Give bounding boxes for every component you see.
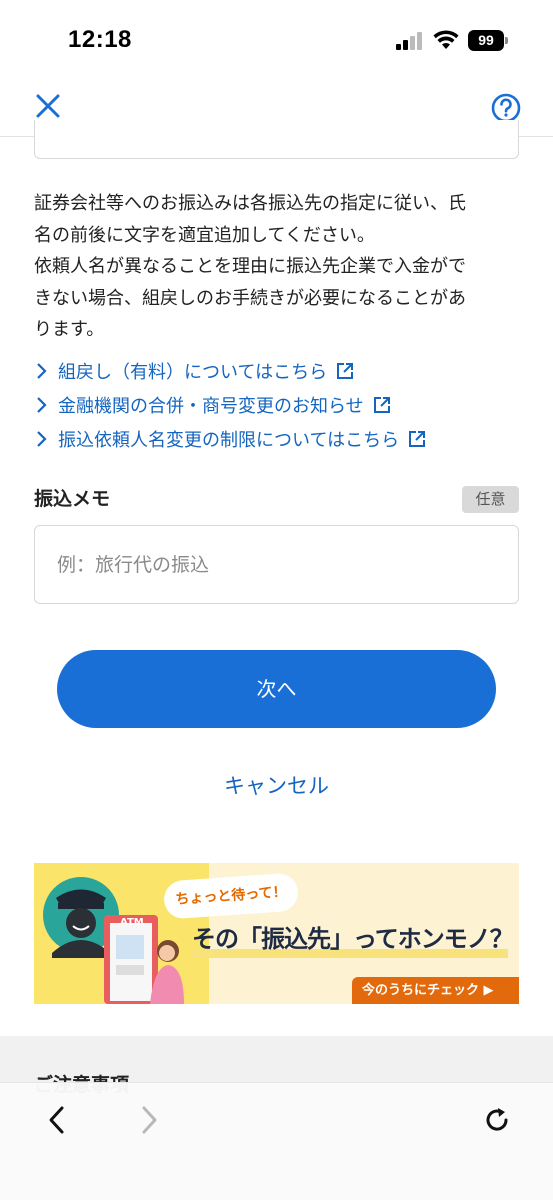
browser-toolbar <box>0 1082 553 1200</box>
status-time: 12:18 <box>68 26 132 53</box>
notice-text: 証券会社等へのお振込みは各振込先の指定に従い、氏 名の前後に文字を適宜追加してく… <box>34 188 519 346</box>
info-links: 組戻し（有料）についてはこちら 金融機関の合併・商号変更のお知らせ 振込依頼人名… <box>34 354 519 456</box>
atm-label: ATM <box>120 917 144 928</box>
reload-icon[interactable] <box>482 1105 512 1135</box>
notice-line: 名の前後に文字を適宜追加してください。 <box>34 224 375 246</box>
close-icon[interactable] <box>34 92 62 120</box>
fraud-warning-banner[interactable]: ATM ちょっと待って！ その「振込先」ってホンモノ？ 今のうちにチェック ▶ <box>34 863 519 1004</box>
previous-input-field[interactable] <box>34 120 519 159</box>
notice-line: 依頼人名が異なることを理由に振込先企業で入金がで <box>34 256 466 277</box>
link-label: 組戻し（有料）についてはこちら <box>58 362 328 383</box>
link-name-change-limit[interactable]: 振込依頼人名変更の制限についてはこちら <box>34 422 519 456</box>
notice-line: きない場合、組戻しのお手続きが必要になることがあ <box>34 287 466 309</box>
notice-line: ります。 <box>34 319 105 340</box>
forward-icon[interactable] <box>134 1103 164 1137</box>
optional-badge: 任意 <box>462 486 519 513</box>
status-bar: 12:18 99 <box>0 0 553 80</box>
wifi-icon <box>433 30 459 49</box>
banner-headline: その「振込先」ってホンモノ？ <box>192 925 514 953</box>
link-label: 振込依頼人名変更の制限についてはこちら <box>58 430 400 451</box>
banner-speech: ちょっと待って！ <box>162 872 300 920</box>
chevron-right-icon <box>37 397 47 413</box>
external-link-icon <box>373 397 390 413</box>
link-label: 金融機関の合併・商号変更のお知らせ <box>58 396 364 417</box>
cancel-link[interactable]: キャンセル <box>0 770 553 800</box>
banner-check-badge: 今のうちにチェック ▶ <box>352 977 519 1004</box>
next-button[interactable]: 次へ <box>57 650 496 728</box>
battery-level: 99 <box>468 30 504 51</box>
battery-icon: 99 <box>468 30 508 51</box>
link-bank-merger[interactable]: 金融機関の合併・商号変更のお知らせ <box>34 388 519 422</box>
notice-line: 証券会社等へのお振込みは各振込先の指定に従い、氏 <box>34 193 466 214</box>
memo-input[interactable] <box>34 525 519 604</box>
cellular-signal-icon <box>396 32 424 50</box>
external-link-icon <box>337 363 354 379</box>
chevron-right-icon <box>37 363 47 379</box>
link-kumimodoshi[interactable]: 組戻し（有料）についてはこちら <box>34 354 519 388</box>
chevron-right-icon <box>37 431 47 447</box>
memo-label: 振込メモ <box>34 488 111 510</box>
back-icon[interactable] <box>42 1103 72 1137</box>
external-link-icon <box>409 431 426 447</box>
